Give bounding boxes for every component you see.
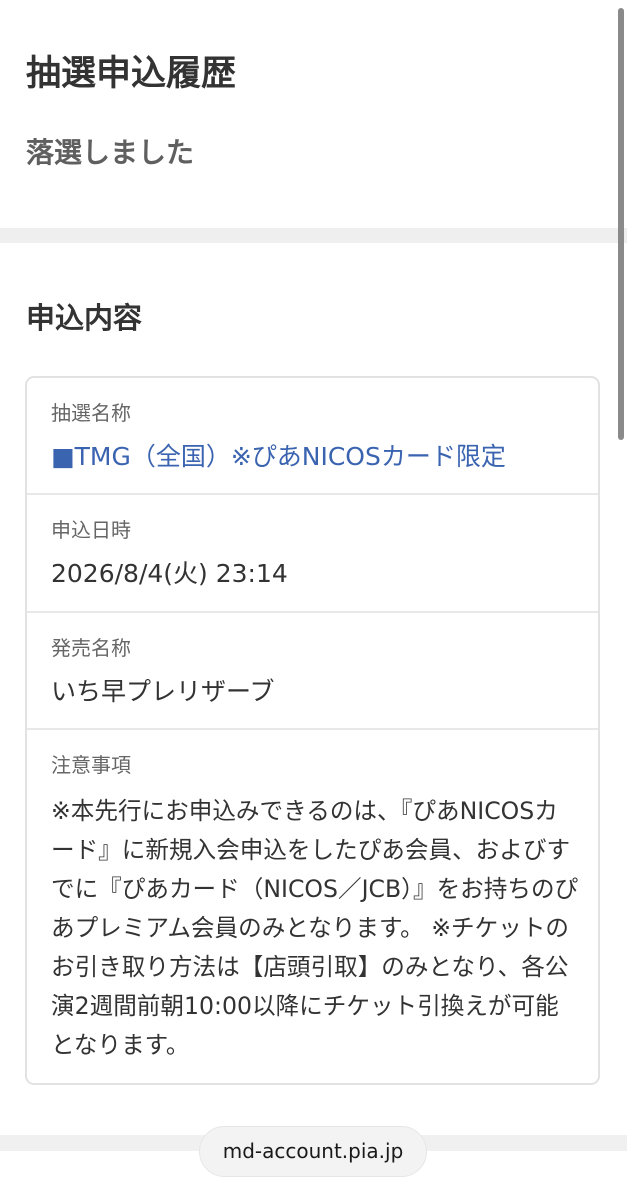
sale-name-value: いち早プレリザーブ [51,677,275,706]
lottery-name-link[interactable]: ■TMG（全国）※ぴあNICOSカード限定 [51,439,506,475]
applied-at-label: 申込日時 [51,518,131,542]
scrollbar[interactable] [618,8,624,440]
notes-row: 注意事項 ※本先行にお申込みできるのは、『ぴあNICOSカード』に新規入会申込を… [27,730,598,1085]
header-section: 抽選申込履歴 落選しました [0,0,627,228]
sale-name-label: 発売名称 [51,636,131,660]
notes-value: ※本先行にお申込みできるのは、『ぴあNICOSカード』に新規入会申込をしたぴあ会… [51,797,579,1059]
lottery-name-row: 抽選名称 ■TMG（全国）※ぴあNICOSカード限定 [27,378,598,495]
section-divider [0,228,627,243]
application-detail-card: 抽選名称 ■TMG（全国）※ぴあNICOSカード限定 申込日時 2026/8/4… [25,376,600,1085]
notes-label: 注意事項 [51,753,131,777]
browser-url-bar[interactable]: md-account.pia.jp [199,1126,427,1177]
applied-at-value: 2026/8/4(火) 23:14 [51,559,288,588]
applied-at-row: 申込日時 2026/8/4(火) 23:14 [27,495,598,613]
lottery-name-label: 抽選名称 [51,401,131,425]
lottery-result-status: 落選しました [26,136,195,169]
section-title: 申込内容 [26,301,143,335]
sale-name-row: 発売名称 いち早プレリザーブ [27,613,598,730]
page-title: 抽選申込履歴 [26,54,237,94]
page: 抽選申込履歴 落選しました 申込内容 抽選名称 ■TMG（全国）※ぴあNICOS… [0,0,627,1200]
